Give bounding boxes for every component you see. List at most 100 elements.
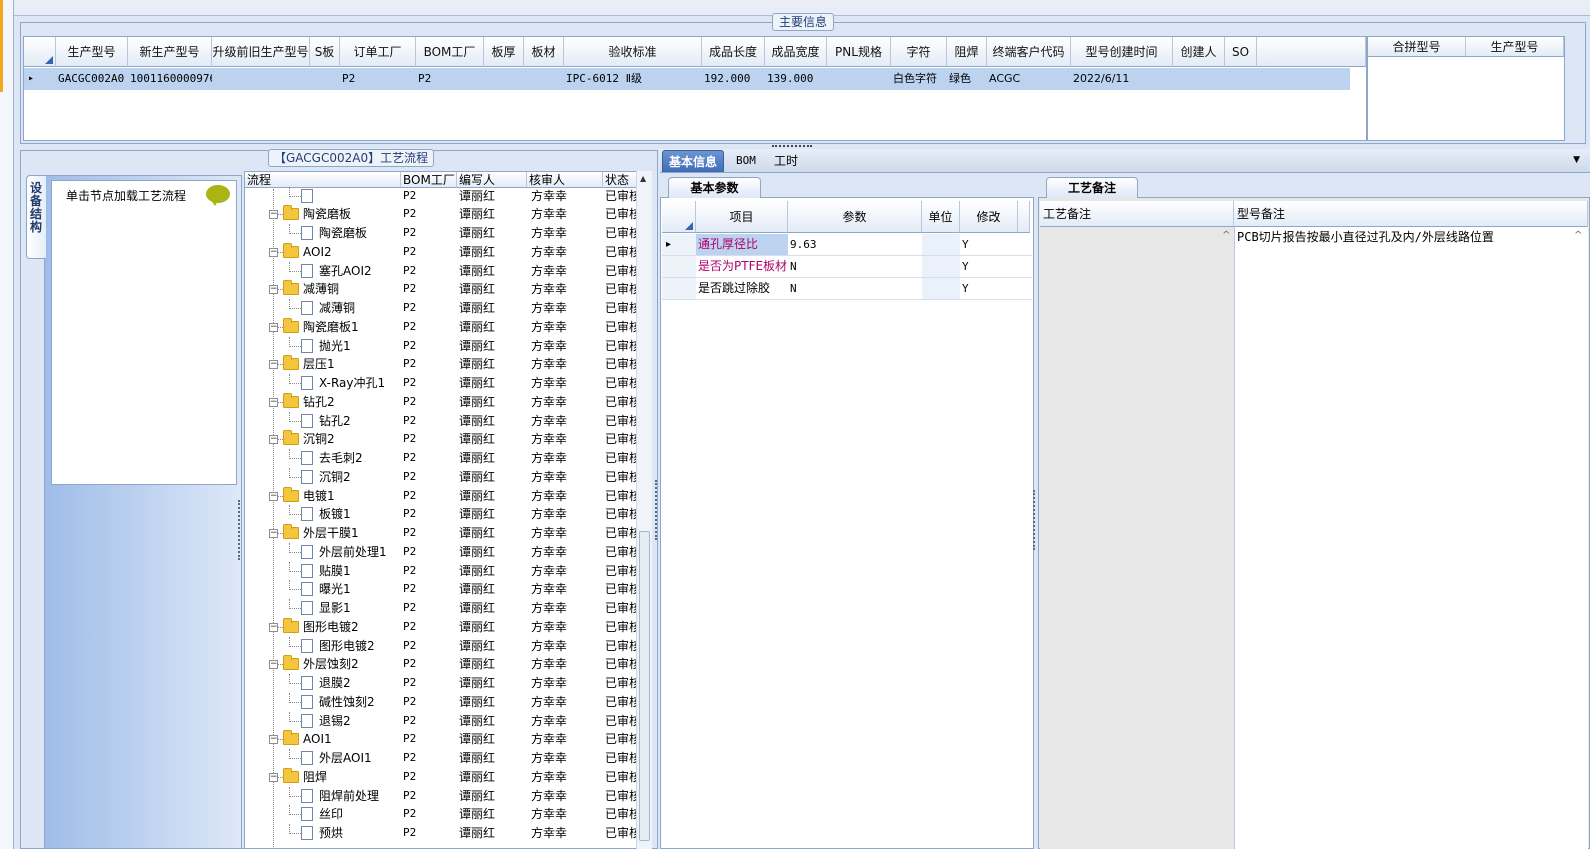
collapse-icon[interactable]: − <box>269 285 278 295</box>
param-item[interactable]: 是否跳过除胶 <box>696 278 788 299</box>
params-row[interactable]: ▸ 通孔厚径比 9.63 Y <box>662 234 1032 256</box>
tree-row[interactable]: − 电镀1 P2 谭丽红 方幸幸 已审核 <box>245 486 637 506</box>
collapse-icon[interactable]: − <box>269 660 278 670</box>
param-item[interactable]: 是否为PTFE板材 <box>696 256 788 277</box>
collapse-icon[interactable]: − <box>269 360 278 370</box>
params-col-header[interactable]: 参数 <box>788 201 922 233</box>
col-header[interactable]: BOM工厂 <box>416 37 484 67</box>
tree-row[interactable]: − 陶瓷磨板1 P2 谭丽红 方幸幸 已审核 <box>245 317 637 337</box>
process-note-field[interactable] <box>1040 227 1234 849</box>
scroll-thumb[interactable] <box>639 531 650 841</box>
tab-basic-info[interactable]: 基本信息 <box>662 150 725 172</box>
tree-row[interactable]: 退膜2 P2 谭丽红 方幸幸 已审核 <box>245 674 637 693</box>
main-info-cell[interactable]: 192.000 <box>702 68 765 90</box>
tab-basic-params[interactable]: 基本参数 <box>668 177 761 198</box>
tree-row[interactable]: − 钻孔2 P2 谭丽红 方幸幸 已审核 <box>245 392 637 412</box>
collapse-icon[interactable]: − <box>269 247 278 257</box>
params-row-selector[interactable]: ▸ <box>662 234 696 255</box>
col-header[interactable]: SO <box>1225 37 1257 67</box>
main-info-cell[interactable] <box>310 68 340 90</box>
tree-row[interactable]: − AOI2 P2 谭丽红 方幸幸 已审核 <box>245 242 637 262</box>
main-info-cell[interactable] <box>484 68 524 90</box>
main-info-cell[interactable] <box>212 68 310 90</box>
param-unit[interactable] <box>922 256 960 277</box>
col-header[interactable]: 终端客户代码 <box>987 37 1071 67</box>
tree-row[interactable]: 去毛刺2 P2 谭丽红 方幸幸 已审核 <box>245 449 637 468</box>
tree-row[interactable]: 沉铜2 P2 谭丽红 方幸幸 已审核 <box>245 467 637 487</box>
tree-row[interactable]: 陶瓷磨板 P2 谭丽红 方幸幸 已审核 <box>245 224 637 243</box>
tree-row[interactable]: 曝光1 P2 谭丽红 方幸幸 已审核 <box>245 580 637 599</box>
tree-scrollbar[interactable]: ▲ <box>636 171 652 849</box>
tree-row[interactable]: 抛光1 P2 谭丽红 方幸幸 已审核 <box>245 336 637 356</box>
col-header[interactable]: 阻焊 <box>947 37 987 67</box>
param-unit[interactable] <box>922 278 960 299</box>
param-modify[interactable]: Y <box>960 278 1018 299</box>
tree-row[interactable]: 板镀1 P2 谭丽红 方幸幸 已审核 <box>245 505 637 524</box>
collapse-icon[interactable]: − <box>269 529 278 538</box>
collapse-icon[interactable]: − <box>269 435 278 445</box>
side-col-header[interactable]: 生产型号 <box>1466 37 1564 57</box>
tree-row[interactable]: − 外层蚀刻2 P2 谭丽红 方幸幸 已审核 <box>245 655 637 674</box>
tab-process-notes[interactable]: 工艺备注 <box>1046 177 1138 198</box>
param-modify[interactable]: Y <box>960 256 1018 277</box>
tree-row[interactable]: P2 谭丽红 方幸幸 已审核 <box>245 186 637 206</box>
collapse-icon[interactable]: − <box>269 622 278 632</box>
note-scroll-up-icon[interactable]: ^ <box>1574 230 1582 241</box>
side-col-header[interactable]: 合拼型号 <box>1368 37 1466 57</box>
collapse-icon[interactable]: − <box>269 397 278 407</box>
main-info-cell[interactable]: IPC-6012 Ⅱ级 <box>564 68 702 90</box>
tree-row[interactable]: 退锡2 P2 谭丽红 方幸幸 已审核 <box>245 711 637 731</box>
tree-row[interactable]: 贴膜1 P2 谭丽红 方幸幸 已审核 <box>245 561 637 581</box>
tree-row[interactable]: − 陶瓷磨板 P2 谭丽红 方幸幸 已审核 <box>245 205 637 224</box>
tree-row[interactable]: 外层前处理1 P2 谭丽红 方幸幸 已审核 <box>245 542 637 562</box>
col-header[interactable]: 成品宽度 <box>765 37 827 67</box>
tree-row[interactable]: 碱性蚀刻2 P2 谭丽红 方幸幸 已审核 <box>245 692 637 712</box>
tree-row[interactable]: − 层压1 P2 谭丽红 方幸幸 已审核 <box>245 355 637 374</box>
main-info-cell[interactable] <box>524 68 564 90</box>
main-info-cell[interactable] <box>827 68 891 90</box>
col-header[interactable]: 生产型号 <box>56 37 128 67</box>
right-splitter[interactable] <box>1033 490 1037 550</box>
col-header[interactable]: 板材 <box>524 37 564 67</box>
col-header[interactable]: 成品长度 <box>702 37 765 67</box>
params-row[interactable]: 是否跳过除胶 N Y <box>662 278 1032 300</box>
param-value[interactable]: N <box>788 278 922 299</box>
param-modify[interactable]: Y <box>960 234 1018 255</box>
col-header[interactable]: 新生产型号 <box>128 37 212 67</box>
main-info-cell[interactable] <box>1225 68 1257 90</box>
tree-row[interactable]: 图形电镀2 P2 谭丽红 方幸幸 已审核 <box>245 636 637 656</box>
col-header[interactable]: 型号创建时间 <box>1071 37 1173 67</box>
col-header[interactable]: S板 <box>310 37 340 67</box>
row-selector-arrow-icon[interactable]: ▸ <box>26 68 54 90</box>
param-item[interactable]: 通孔厚径比 <box>696 234 788 255</box>
main-info-cell[interactable]: P2 <box>340 68 416 90</box>
tab-equipment-structure[interactable]: 设备结构 <box>26 175 46 259</box>
tree-row[interactable]: 丝印 P2 谭丽红 方幸幸 已审核 <box>245 805 637 824</box>
main-info-cell[interactable]: 绿色 <box>947 68 987 90</box>
params-row[interactable]: 是否为PTFE板材 N Y <box>662 256 1032 278</box>
collapse-icon[interactable]: − <box>269 210 278 220</box>
tree-row[interactable]: 钻孔2 P2 谭丽红 方幸幸 已审核 <box>245 411 637 431</box>
col-header[interactable]: 创建人 <box>1173 37 1225 67</box>
main-info-cell[interactable]: P2 <box>416 68 484 90</box>
params-row-selector[interactable] <box>662 278 696 299</box>
collapse-icon[interactable]: − <box>269 735 278 745</box>
col-header[interactable]: PNL规格 <box>827 37 891 67</box>
params-col-header[interactable]: 项目 <box>696 201 788 233</box>
tree-row[interactable]: 减薄铜 P2 谭丽红 方幸幸 已审核 <box>245 299 637 318</box>
tree-row[interactable]: − 外层干膜1 P2 谭丽红 方幸幸 已审核 <box>245 524 637 543</box>
mid-splitter[interactable] <box>655 480 659 540</box>
main-info-cell[interactable]: 10011600009767 <box>128 68 212 90</box>
col-header[interactable]: 升级前旧生产型号 <box>212 37 310 67</box>
params-col-header[interactable]: 单位 <box>922 201 960 233</box>
tree-row[interactable]: 塞孔AOI2 P2 谭丽红 方幸幸 已审核 <box>245 261 637 281</box>
tab-bom[interactable]: BOM <box>730 150 762 172</box>
main-info-cell[interactable]: GACGC002A0 <box>56 68 128 90</box>
params-row-selector[interactable] <box>662 256 696 277</box>
scroll-up-arrow-icon[interactable]: ▲ <box>640 174 646 183</box>
tree-row[interactable]: 外层AOI1 P2 谭丽红 方幸幸 已审核 <box>245 749 637 768</box>
tree-row[interactable]: 阻焊前处理 P2 谭丽红 方幸幸 已审核 <box>245 786 637 806</box>
col-header[interactable]: 验收标准 <box>564 37 702 67</box>
param-value[interactable]: N <box>788 256 922 277</box>
main-info-cell[interactable]: 139.000 <box>765 68 827 90</box>
